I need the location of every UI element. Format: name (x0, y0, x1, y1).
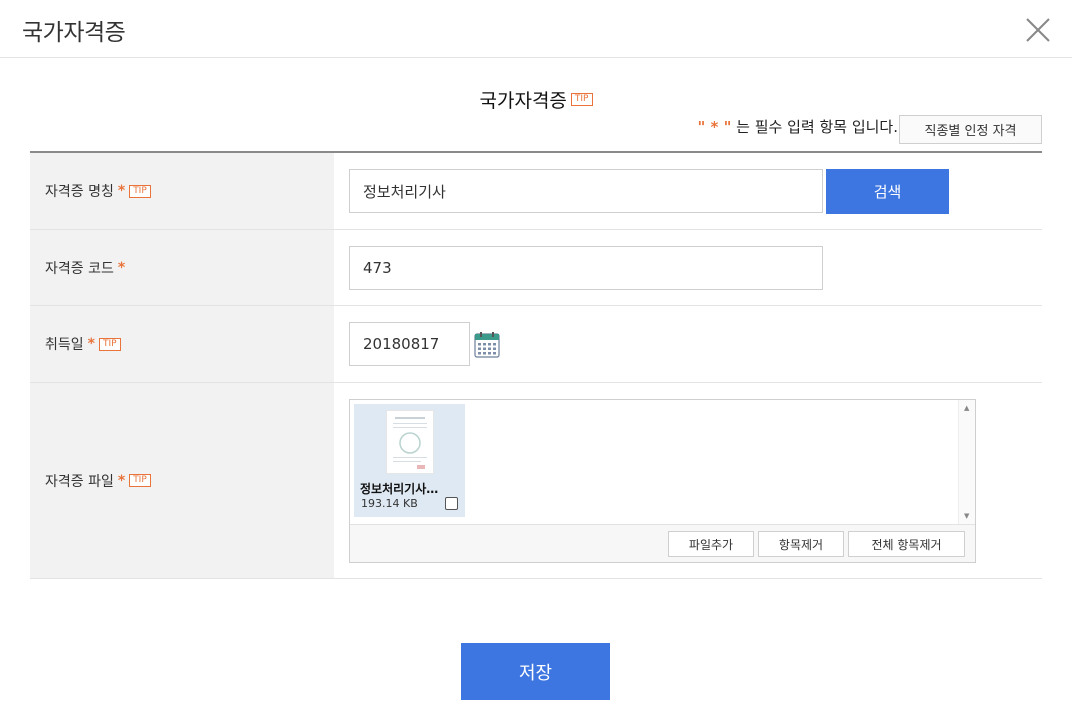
file-list-scrollbar[interactable]: ▲ ▼ (958, 400, 975, 524)
form-table: 자격증 명칭 * TIP 검색 자격증 코드 * 취득일 * TIP (30, 151, 1042, 579)
tip-badge[interactable]: TIP (129, 184, 151, 198)
label-cert-code: 자격증 코드 * (30, 230, 334, 305)
scroll-up-icon[interactable]: ▲ (964, 404, 969, 412)
scroll-down-icon[interactable]: ▼ (964, 512, 969, 520)
document-preview-icon (393, 417, 427, 469)
tip-badge[interactable]: TIP (129, 474, 151, 487)
search-button[interactable]: 검색 (826, 169, 949, 214)
tip-badge[interactable]: TIP (570, 93, 593, 106)
save-button[interactable]: 저장 (461, 643, 610, 700)
close-button[interactable] (1020, 12, 1056, 48)
required-note-text: 는 필수 입력 항목 입니다. (731, 118, 898, 136)
label-cert-code-text: 자격증 코드 (45, 260, 114, 277)
file-uploader: 정보처리기사… 193.14 KB ▲ ▼ 파일추가 항목제거 전체 항목제거 (349, 399, 976, 563)
label-cert-file-text: 자격증 파일 (45, 473, 114, 490)
value-cert-name: 검색 (334, 153, 1042, 229)
required-note: " * " 는 필수 입력 항목 입니다. (697, 116, 898, 137)
required-mark: * (117, 183, 126, 199)
required-mark: * (117, 259, 126, 276)
row-cert-file: 자격증 파일 * TIP 정보처리기사… 193.14 KB ▲ ▼ 파일추가 … (30, 383, 1042, 579)
calendar-icon[interactable] (474, 331, 500, 358)
file-list-area: 정보처리기사… 193.14 KB (350, 400, 959, 524)
close-icon (1026, 18, 1050, 42)
tip-badge[interactable]: TIP (98, 337, 121, 351)
value-cert-code (334, 230, 1042, 305)
label-cert-file: 자격증 파일 * TIP (30, 383, 334, 578)
label-acquired-date: 취득일 * TIP (30, 306, 334, 382)
file-name: 정보처리기사… (360, 482, 439, 496)
certification-by-job-button[interactable]: 직종별 인정 자격 (899, 115, 1042, 144)
row-cert-name: 자격증 명칭 * TIP 검색 (30, 153, 1042, 230)
row-cert-code: 자격증 코드 * (30, 230, 1042, 306)
label-cert-name: 자격증 명칭 * TIP (30, 153, 334, 229)
file-select-checkbox[interactable] (445, 497, 458, 510)
section-title: 국가자격증 TIP (0, 86, 1072, 113)
file-thumbnail (386, 410, 434, 474)
remove-item-button[interactable]: 항목제거 (758, 531, 844, 557)
remove-all-button[interactable]: 전체 항목제거 (848, 531, 965, 557)
cert-code-input[interactable] (349, 246, 823, 290)
acquired-date-input[interactable] (349, 322, 470, 366)
label-cert-name-text: 자격증 명칭 (45, 184, 114, 200)
uploader-toolbar: 파일추가 항목제거 전체 항목제거 (350, 524, 975, 562)
required-mark: * (117, 472, 126, 489)
file-size: 193.14 KB (361, 497, 418, 510)
file-item[interactable]: 정보처리기사… 193.14 KB (354, 404, 465, 517)
cert-name-input[interactable] (349, 169, 823, 213)
modal-title: 국가자격증 (22, 20, 126, 46)
row-acquired-date: 취득일 * TIP (30, 306, 1042, 383)
required-mark: * (87, 336, 95, 352)
section-title-text: 국가자격증 (479, 90, 567, 112)
required-star: " * " (697, 118, 732, 136)
modal-header: 국가자격증 (0, 0, 1072, 58)
add-file-button[interactable]: 파일추가 (668, 531, 754, 557)
label-acquired-date-text: 취득일 (45, 337, 84, 353)
value-acquired-date (334, 306, 1042, 382)
value-cert-file: 정보처리기사… 193.14 KB ▲ ▼ 파일추가 항목제거 전체 항목제거 (334, 383, 1042, 578)
